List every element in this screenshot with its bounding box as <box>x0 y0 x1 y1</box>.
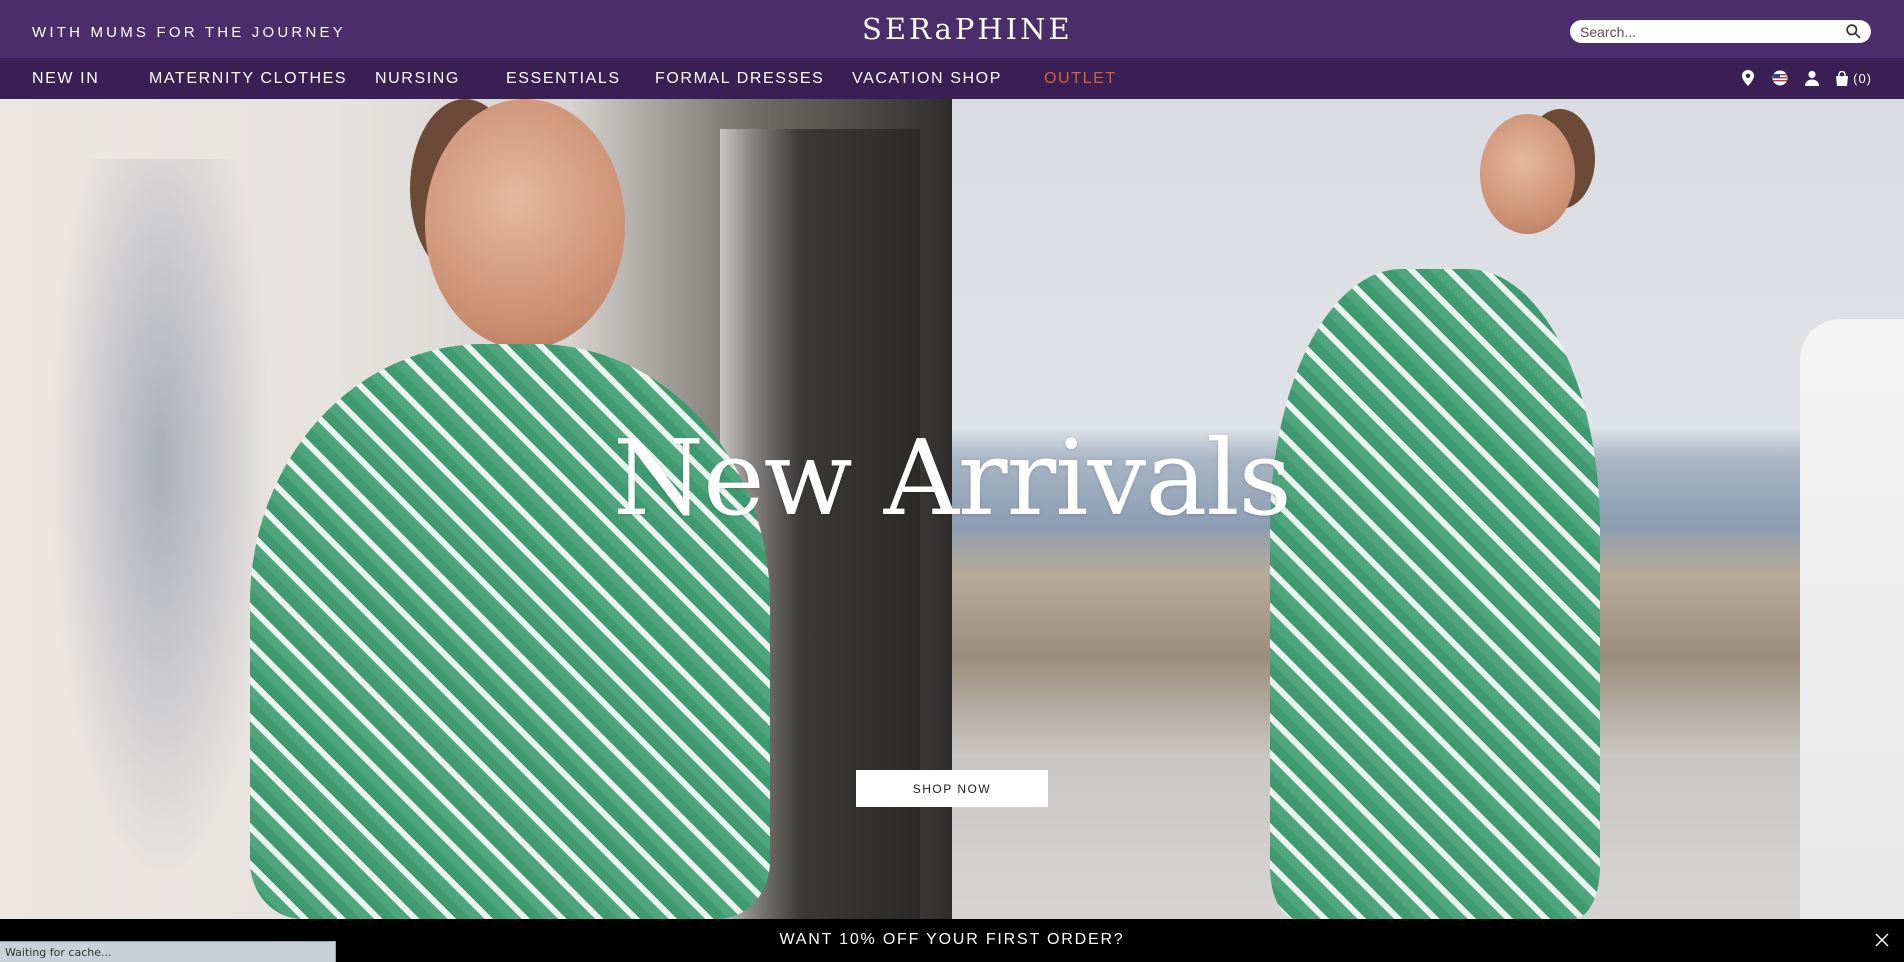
nav-item-maternity-clothes[interactable]: MATERNITY CLOTHES <box>149 70 347 88</box>
hero-model-dress-right <box>1270 269 1600 919</box>
location-pin-icon[interactable] <box>1739 69 1757 87</box>
nav-item-essentials[interactable]: ESSENTIALS <box>506 70 621 88</box>
cart-button[interactable]: (0) <box>1835 70 1872 86</box>
close-icon[interactable] <box>1872 930 1892 950</box>
nav-utility-icons: (0) <box>1739 68 1872 88</box>
hero-white-wall <box>1800 319 1904 919</box>
top-header: WITH MUMS FOR THE JOURNEY SERaPHINE <box>0 0 1904 58</box>
seraphine-logo[interactable]: SERaPHINE <box>862 12 1070 46</box>
cart-count: (0) <box>1853 70 1872 86</box>
nav-item-formal-dresses[interactable]: FORMAL DRESSES <box>655 70 824 88</box>
nav-item-outlet[interactable]: OUTLET <box>1044 70 1117 88</box>
account-icon[interactable] <box>1803 69 1821 87</box>
hero-shadow-figure <box>40 159 280 919</box>
search-icon[interactable] <box>1845 23 1862 40</box>
search-input[interactable] <box>1580 22 1835 41</box>
hero-title: New Arrivals <box>613 417 1292 539</box>
search-box[interactable] <box>1570 20 1871 43</box>
hero-model-head-left <box>425 99 625 349</box>
tagline: WITH MUMS FOR THE JOURNEY <box>32 24 346 41</box>
us-flag-icon[interactable] <box>1771 69 1789 87</box>
nav-item-nursing[interactable]: NURSING <box>375 70 460 88</box>
nav-item-vacation-shop[interactable]: VACATION SHOP <box>852 70 1002 88</box>
shop-now-button[interactable]: SHOP NOW <box>856 770 1048 807</box>
hero-model-head-right <box>1480 114 1575 234</box>
nav-item-new-in[interactable]: NEW IN <box>32 70 99 88</box>
main-nav: NEW IN MATERNITY CLOTHES NURSING ESSENTI… <box>0 58 1904 99</box>
shopping-bag-icon <box>1836 70 1849 86</box>
hero-banner[interactable]: New Arrivals SHOP NOW <box>0 99 1904 919</box>
browser-status-bar: Waiting for cache... <box>0 941 336 962</box>
